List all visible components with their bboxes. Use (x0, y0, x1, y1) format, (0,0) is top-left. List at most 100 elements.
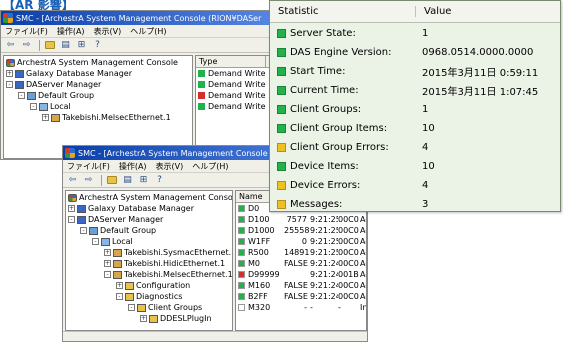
table-row[interactable]: M0FALSE9:21:2400C0ActivePORT1.PLC1PLC1 (236, 258, 366, 269)
status-square-icon (238, 271, 245, 278)
front-statusbar (63, 331, 367, 341)
tree-node[interactable]: - Takebishi.MelsecEthernet.1 (66, 269, 232, 280)
statistic-row[interactable]: Server State: 1 (270, 24, 560, 43)
table-row[interactable]: D1000255589:21:2500C0ActivePORT1.PLC1PLC… (236, 225, 366, 236)
statistic-label: Client Group Errors: (270, 142, 416, 153)
tree-node[interactable]: + Takebishi.SysmacEthernet.1 (66, 247, 232, 258)
cell-name: M320 (248, 303, 271, 312)
back-window-titlebar[interactable]: SMC - [ArchestrA System Management Conso… (1, 11, 289, 25)
statistic-label: Messages: (270, 199, 416, 210)
tree-node[interactable]: - DAServer Manager (4, 79, 192, 90)
up-folder-icon[interactable] (43, 39, 56, 51)
table-row[interactable]: R500148919:21:2500C0ActivePORT1.PLC1PLC1 (236, 247, 366, 258)
collapse-icon[interactable]: - (116, 293, 123, 300)
tree-node[interactable]: - Local (4, 101, 192, 112)
heading-strip: 【AR 影響】 (0, 0, 80, 12)
collapse-icon[interactable]: - (128, 304, 135, 311)
collapse-icon[interactable]: - (30, 103, 37, 110)
show-tree-icon[interactable]: ▤ (59, 39, 72, 51)
statistic-row[interactable]: Device Errors: 4 (270, 176, 560, 195)
menu-view[interactable]: 表示(V) (156, 161, 184, 172)
collapse-icon[interactable]: - (68, 216, 75, 223)
table-row[interactable]: D10075779:21:2500C0ActivePORT1.PLC1PLC1 (236, 214, 366, 225)
expand-icon[interactable]: + (42, 114, 49, 121)
statistic-row[interactable]: Current Time: 2015年3月11日 1:07:45 (270, 81, 560, 100)
help-icon[interactable]: ? (91, 39, 104, 51)
export-list-icon[interactable]: ⊞ (75, 39, 88, 51)
statistic-name: Device Errors: (290, 180, 361, 191)
tree-node[interactable]: + Takebishi.HidicEthernet.1 (66, 258, 232, 269)
table-row[interactable]: M160FALSE9:21:2400C0ActivePORT1.PLC1PLC1 (236, 280, 366, 291)
menu-view[interactable]: 表示(V) (94, 26, 122, 37)
collapse-icon[interactable]: - (80, 227, 87, 234)
status-square-icon (277, 48, 286, 57)
tree-node[interactable]: + DDESLPlugIn (66, 313, 232, 324)
statistics-header: Statistic Value (270, 1, 560, 23)
statistic-row[interactable]: Client Groups: 1 (270, 100, 560, 119)
column-type[interactable]: Type (196, 56, 266, 67)
expand-icon[interactable]: + (68, 205, 75, 212)
tree-node[interactable]: ArchestrA System Management Console (4, 57, 192, 68)
menu-file[interactable]: ファイル(F) (67, 161, 110, 172)
show-tree-icon[interactable]: ▤ (121, 174, 134, 186)
item-type: Demand Write (208, 80, 266, 89)
table-row[interactable]: M320---Inacti...PORT1.PLC1PLC1 (236, 302, 366, 313)
statistic-value: 10 (422, 123, 435, 134)
menu-help[interactable]: ヘルプ(H) (130, 26, 166, 37)
cell-value: 25558 (284, 226, 310, 235)
device-icon (51, 113, 60, 122)
tree-node[interactable]: - DAServer Manager (66, 214, 232, 225)
tree-node[interactable]: - Default Group (66, 225, 232, 236)
table-row[interactable]: D999999:21:24001BActivePORT1.PLC1PLC1 (236, 269, 366, 280)
statistic-row[interactable]: DAS Engine Version: 0968.0514.0000.0000 (270, 43, 560, 62)
cell-quality: 001B (338, 270, 359, 279)
expand-icon[interactable]: + (140, 315, 147, 322)
tree-node[interactable]: - Client Groups (66, 302, 232, 313)
expand-icon[interactable]: + (104, 249, 111, 256)
statistic-name: Client Group Items: (290, 123, 388, 134)
statistic-row[interactable]: Client Group Errors: 4 (270, 138, 560, 157)
up-folder-icon[interactable] (105, 174, 118, 186)
expand-icon[interactable]: + (6, 70, 13, 77)
help-icon[interactable]: ? (153, 174, 166, 186)
table-row[interactable]: B2FFFALSE9:21:2400C0ActivePORT1.PLC1PLC1 (236, 291, 366, 302)
menu-help[interactable]: ヘルプ(H) (192, 161, 228, 172)
tree-node[interactable]: ArchestrA System Management Console (66, 192, 232, 203)
cell-quality: 00C0 (338, 259, 359, 268)
collapse-icon[interactable]: - (18, 92, 25, 99)
menu-action[interactable]: 操作(A) (57, 26, 85, 37)
menu-file[interactable]: ファイル(F) (5, 26, 48, 37)
expand-icon[interactable]: + (116, 282, 123, 289)
column-statistic[interactable]: Statistic (270, 6, 416, 17)
status-square-icon (277, 162, 286, 171)
back-arrow-icon[interactable]: ⇦ (4, 39, 17, 51)
statistic-row[interactable]: Device Items: 10 (270, 157, 560, 176)
statistic-label: Client Groups: (270, 104, 416, 115)
collapse-icon[interactable]: - (104, 271, 111, 278)
tree-node[interactable]: - Default Group (4, 90, 192, 101)
statistic-row[interactable]: Client Group Items: 10 (270, 119, 560, 138)
collapse-icon[interactable]: - (6, 81, 13, 88)
tree-node-label: Takebishi.MelsecEthernet.1 (124, 270, 233, 279)
statistic-name: DAS Engine Version: (290, 47, 392, 58)
forward-arrow-icon[interactable]: ⇨ (20, 39, 33, 51)
statistic-row[interactable]: Start Time: 2015年3月11日 0:59:11 (270, 62, 560, 81)
tree-node[interactable]: + Takebishi.MelsecEthernet.1 (4, 112, 192, 123)
tree-node[interactable]: + Configuration (66, 280, 232, 291)
status-square-icon (198, 81, 205, 88)
table-row[interactable]: W1FF09:21:2500C0ActivePORT1.PLC1PLC1 (236, 236, 366, 247)
tree-node[interactable]: + Galaxy Database Manager (66, 203, 232, 214)
expand-icon[interactable]: + (104, 260, 111, 267)
tree-node[interactable]: - Diagnostics (66, 291, 232, 302)
export-list-icon[interactable]: ⊞ (137, 174, 150, 186)
column-value[interactable]: Value (416, 6, 451, 17)
tree-node[interactable]: - Local (66, 236, 232, 247)
statistic-row[interactable]: Messages: 3 (270, 195, 560, 211)
menu-action[interactable]: 操作(A) (119, 161, 147, 172)
tree-node-label: Client Groups (148, 303, 203, 312)
tree-node[interactable]: + Galaxy Database Manager (4, 68, 192, 79)
forward-arrow-icon[interactable]: ⇨ (82, 174, 95, 186)
back-arrow-icon[interactable]: ⇦ (66, 174, 79, 186)
status-square-icon (198, 70, 205, 77)
collapse-icon[interactable]: - (92, 238, 99, 245)
